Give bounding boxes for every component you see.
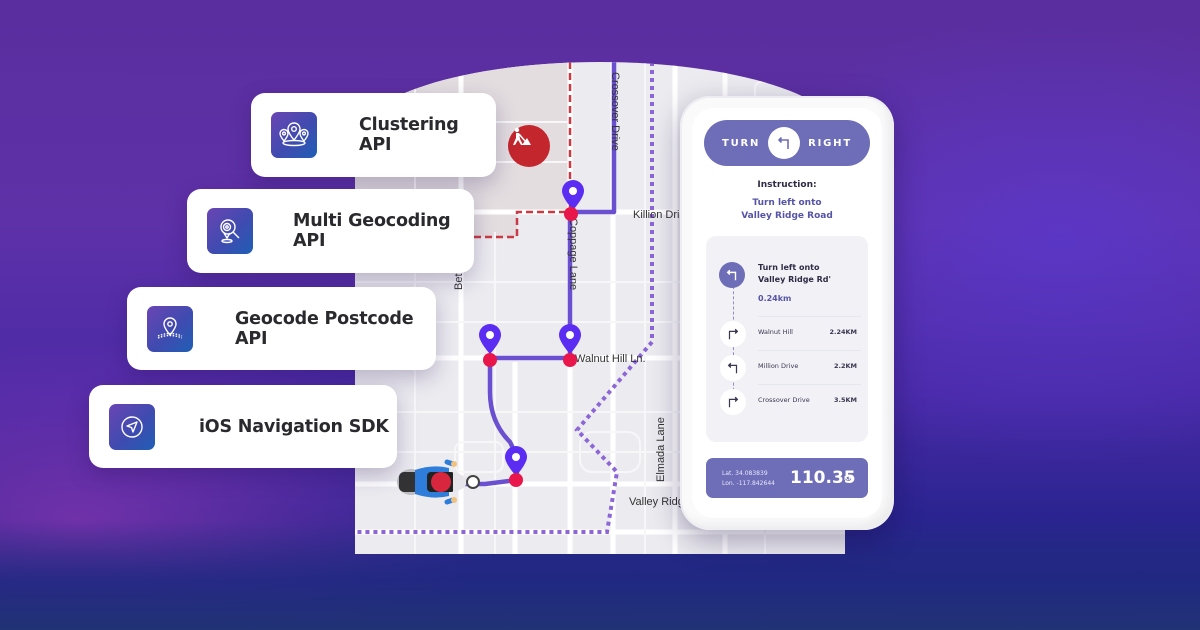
instruction-line: Valley Ridge Road	[741, 211, 833, 221]
turn-left-icon	[720, 355, 746, 381]
longitude: Lon. -117.842644	[722, 480, 775, 487]
geocode-search-icon	[207, 208, 253, 254]
divider	[758, 384, 861, 385]
route-node	[509, 473, 523, 487]
turn-label: TURN	[722, 137, 761, 149]
total-distance-unit: KM	[844, 476, 854, 482]
route-node	[563, 353, 577, 367]
street-label: Walnut Hill Ln.	[575, 353, 646, 365]
latitude: Lat. 34.083839	[722, 470, 768, 477]
api-card-label: Multi Geocoding API	[293, 211, 451, 251]
route-pin-icon[interactable]	[504, 446, 528, 476]
street-label: Bet	[453, 273, 465, 290]
current-step-line: Turn left onto	[758, 263, 820, 272]
route-step[interactable]: Walnut Hill 2.24KM	[716, 316, 861, 350]
step-distance: 2.24KM	[829, 328, 857, 336]
step-name: Million Drive	[758, 362, 799, 370]
instruction-text: Turn left onto Valley Ridge Road	[692, 197, 882, 223]
street-label: Coppage Lane	[567, 218, 579, 291]
step-distance: 2.2KM	[833, 362, 857, 370]
step-name: Walnut Hill	[758, 328, 793, 336]
navigation-screen: TURN RIGHT Instruction: Turn left onto V…	[692, 108, 882, 518]
construction-worker-icon[interactable]	[508, 125, 550, 167]
step-name: Crossover Drive	[758, 396, 810, 404]
turn-direction-label: RIGHT	[808, 137, 852, 149]
instruction-line: Turn left onto	[752, 198, 822, 208]
current-step-title: Turn left onto Valley Ridge Rd'	[758, 262, 831, 286]
street-label: Valley Ridg	[629, 496, 684, 508]
route-pin-icon[interactable]	[561, 180, 585, 210]
api-card-multi-geocoding[interactable]: Multi Geocoding API	[187, 189, 474, 273]
step-distance: 3.5KM	[833, 396, 857, 404]
street-label: Elmada Lane	[655, 417, 667, 482]
current-step-line: Valley Ridge Rd'	[758, 275, 831, 284]
turn-right-icon	[720, 389, 746, 415]
turn-left-icon	[719, 262, 745, 288]
current-step-distance: 0.24km	[758, 294, 792, 303]
street-label: Crossover Drive	[609, 72, 621, 151]
turn-left-icon	[768, 127, 801, 159]
navigation-arrow-icon	[109, 403, 155, 450]
phone-mockup: TURN RIGHT Instruction: Turn left onto V…	[680, 96, 894, 530]
turn-right-icon	[720, 321, 746, 347]
location-pin-area-icon	[147, 305, 193, 352]
scooter-rider-icon[interactable]	[397, 458, 485, 506]
route-node	[483, 353, 497, 367]
route-pin-icon[interactable]	[558, 324, 582, 354]
route-step[interactable]: Million Drive 2.2KM	[716, 350, 861, 384]
street-label: Killion Dri	[633, 209, 680, 221]
divider	[758, 350, 861, 351]
api-card-ios-navigation[interactable]: iOS Navigation SDK	[89, 385, 397, 468]
route-node	[564, 207, 578, 221]
instruction-title: Instruction:	[757, 180, 817, 190]
trip-summary-bar: Lat. 34.083839 Lon. -117.842644 110.35 K…	[706, 458, 868, 498]
api-card-label: Clustering API	[359, 115, 459, 155]
api-card-clustering[interactable]: Clustering API	[251, 93, 496, 177]
cluster-pins-icon	[271, 112, 317, 158]
turn-indicator[interactable]: TURN RIGHT	[704, 120, 870, 166]
route-step[interactable]: Crossover Drive 3.5KM	[716, 384, 861, 418]
api-card-label: Geocode Postcode API	[235, 308, 414, 349]
divider	[758, 316, 861, 317]
route-pin-icon[interactable]	[478, 324, 502, 354]
api-card-label: iOS Navigation SDK	[199, 416, 389, 437]
api-card-geocode-postcode[interactable]: Geocode Postcode API	[127, 287, 436, 370]
route-steps-panel: Turn left onto Valley Ridge Rd' 0.24km W…	[706, 236, 868, 442]
